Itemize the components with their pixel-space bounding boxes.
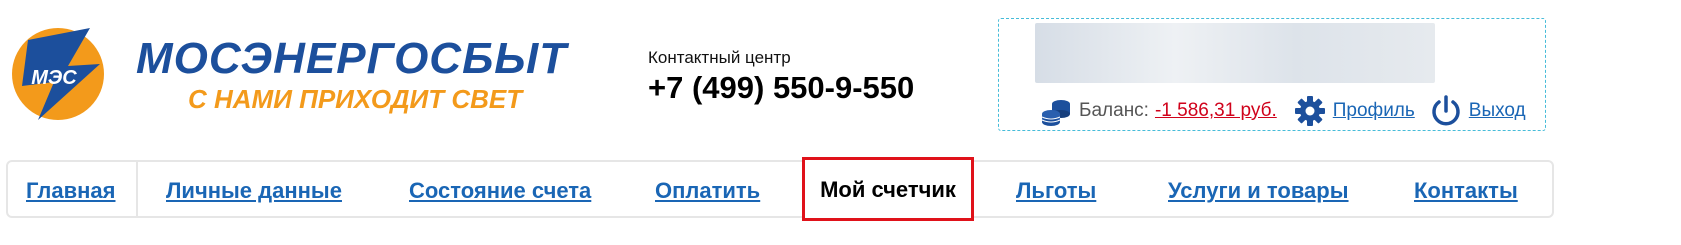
nav-item-benefits[interactable]: Льготы bbox=[1016, 162, 1096, 216]
logo[interactable]: МЭС МОСЭНЕРГОСБЫТ С НАМИ ПРИХОДИТ СВЕТ bbox=[8, 24, 568, 124]
main-nav: Главная Личные данные Состояние счета Оп… bbox=[6, 157, 1554, 221]
nav-item-my-meter[interactable]: Мой счетчик bbox=[802, 157, 974, 221]
logout-link[interactable]: Выход bbox=[1469, 100, 1526, 122]
emblem-text: МЭС bbox=[31, 67, 77, 89]
balance-value-link[interactable]: -1 586,31 руб. bbox=[1155, 100, 1277, 122]
nav-item-personal-data[interactable]: Личные данные bbox=[166, 162, 342, 216]
nav-divider bbox=[136, 162, 138, 216]
brand-slogan: С НАМИ ПРИХОДИТ СВЕТ bbox=[188, 84, 523, 114]
nav-item-home[interactable]: Главная bbox=[26, 162, 115, 216]
user-name-blurred bbox=[1035, 23, 1435, 83]
contact-label: Контактный центр bbox=[648, 48, 791, 67]
nav-item-account-status[interactable]: Состояние счета bbox=[409, 162, 591, 216]
gear-icon[interactable] bbox=[1293, 94, 1327, 128]
nav-item-contacts[interactable]: Контакты bbox=[1414, 162, 1518, 216]
brand-name: МОСЭНЕРГОСБЫТ bbox=[136, 34, 568, 83]
profile-link[interactable]: Профиль bbox=[1333, 100, 1415, 122]
user-actions: Баланс: -1 586,31 руб. Профиль Выход bbox=[1039, 93, 1534, 129]
power-icon[interactable] bbox=[1429, 94, 1463, 128]
contact-center: Контактный центр +7 (499) 550-9-550 bbox=[648, 48, 914, 106]
user-panel: Баланс: -1 586,31 руб. Профиль Выход bbox=[998, 18, 1546, 131]
nav-item-services-goods[interactable]: Услуги и товары bbox=[1168, 162, 1349, 216]
mes-emblem-icon: МЭС bbox=[12, 28, 104, 120]
coins-icon bbox=[1041, 100, 1070, 126]
contact-phone: +7 (499) 550-9-550 bbox=[648, 70, 915, 105]
nav-item-my-meter-label: Мой счетчик bbox=[820, 177, 956, 202]
balance-label: Баланс: bbox=[1079, 100, 1149, 121]
nav-item-pay[interactable]: Оплатить bbox=[655, 162, 760, 216]
